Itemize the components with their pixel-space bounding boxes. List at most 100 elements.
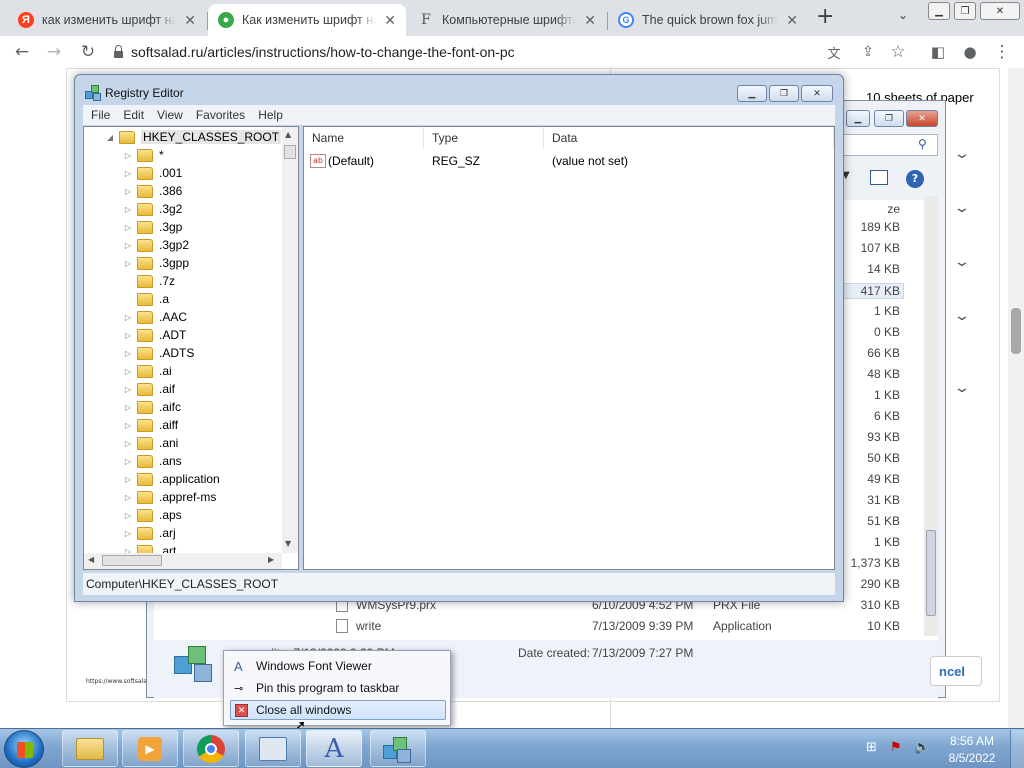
- bookmark-star-icon[interactable]: ☆: [886, 40, 910, 64]
- expand-triangle-icon[interactable]: ▷: [122, 493, 134, 502]
- back-icon[interactable]: ←: [10, 40, 34, 64]
- value-name[interactable]: (Default): [328, 152, 374, 170]
- expand-triangle-icon[interactable]: ▷: [122, 475, 134, 484]
- tree-key[interactable]: ▷ .aif: [122, 380, 175, 398]
- file-row[interactable]: write: [336, 619, 381, 633]
- chevron-down-icon[interactable]: ⌄: [953, 380, 971, 396]
- expand-triangle-icon[interactable]: ▷: [122, 259, 134, 268]
- close-tab-icon[interactable]: ✕: [384, 12, 396, 29]
- expand-triangle-icon[interactable]: ▷: [122, 439, 134, 448]
- taskbar-font-viewer[interactable]: A: [306, 730, 362, 767]
- tree-key[interactable]: ▷ .ai: [122, 362, 172, 380]
- scrollbar-thumb[interactable]: [284, 145, 296, 159]
- column-name[interactable]: Name: [304, 127, 424, 149]
- side-panel-icon[interactable]: ◧: [926, 40, 950, 64]
- close-tab-icon[interactable]: ✕: [786, 12, 798, 29]
- jump-pin-to-taskbar[interactable]: ⊸ Pin this program to taskbar: [230, 678, 446, 698]
- chevron-down-icon[interactable]: ⌄: [953, 254, 971, 270]
- tree-key[interactable]: ▷ .386: [122, 182, 182, 200]
- minimize-icon[interactable]: ▁: [737, 85, 767, 102]
- help-icon[interactable]: ?: [906, 170, 924, 188]
- menu-file[interactable]: File: [91, 108, 110, 122]
- tree-key[interactable]: ▷ .arj: [122, 524, 176, 542]
- taskbar-chrome[interactable]: [183, 730, 239, 767]
- expand-triangle-icon[interactable]: ▷: [122, 169, 134, 178]
- translate-icon[interactable]: 文: [822, 40, 846, 64]
- jump-font-viewer[interactable]: A Windows Font Viewer: [230, 656, 446, 676]
- menu-view[interactable]: View: [157, 108, 183, 122]
- expand-triangle-icon[interactable]: ▷: [122, 511, 134, 520]
- tree-key[interactable]: ▷ *: [122, 146, 164, 164]
- expand-triangle-icon[interactable]: ▷: [122, 529, 134, 538]
- chevron-down-icon[interactable]: ⌄: [953, 146, 971, 162]
- close-icon[interactable]: ✕: [801, 85, 833, 102]
- column-type[interactable]: Type: [424, 127, 544, 149]
- collapse-triangle-icon[interactable]: ◢: [104, 133, 116, 142]
- tree-key[interactable]: ▷ .ADT: [122, 326, 186, 344]
- chevron-down-icon[interactable]: ⌄: [953, 200, 971, 216]
- tree-key[interactable]: .a: [122, 290, 169, 308]
- tree-key[interactable]: ▷ .ans: [122, 452, 182, 470]
- expand-triangle-icon[interactable]: ▷: [122, 331, 134, 340]
- tree-key[interactable]: ▷ .3gp: [122, 218, 182, 236]
- tree-key[interactable]: ▷ .aiff: [122, 416, 178, 434]
- show-desktop-button[interactable]: [1010, 730, 1024, 768]
- volume-icon[interactable]: 🔈: [914, 740, 930, 755]
- tree-key[interactable]: ▷ .AAC: [122, 308, 187, 326]
- tree-key[interactable]: ▷ .aps: [122, 506, 182, 524]
- expand-triangle-icon[interactable]: ▷: [122, 205, 134, 214]
- maximize-icon[interactable]: ❐: [769, 85, 799, 102]
- tab-google[interactable]: G The quick brown fox jump ✕: [608, 4, 808, 36]
- profile-icon[interactable]: ●: [958, 40, 982, 64]
- menu-edit[interactable]: Edit: [123, 108, 144, 122]
- menu-favorites[interactable]: Favorites: [196, 108, 245, 122]
- clock[interactable]: 8:56 AM 8/5/2022: [944, 733, 1000, 767]
- tab-softsalad[interactable]: ● Как изменить шрифт на ✕: [208, 4, 406, 36]
- share-icon[interactable]: ⇪: [856, 40, 880, 64]
- tree-key[interactable]: ▷ .001: [122, 164, 182, 182]
- tree-key[interactable]: ▷ .aifc: [122, 398, 181, 416]
- address-bar[interactable]: softsalad.ru/articles/instructions/how-t…: [108, 40, 822, 64]
- tree-key[interactable]: ▷ .3g2: [122, 200, 182, 218]
- explorer-maximize-icon[interactable]: ❐: [874, 110, 904, 127]
- network-icon[interactable]: ⊞: [866, 740, 877, 755]
- scrollbar-thumb[interactable]: [102, 555, 162, 566]
- expand-triangle-icon[interactable]: ▷: [122, 385, 134, 394]
- expand-triangle-icon[interactable]: ▷: [122, 241, 134, 250]
- tree-key[interactable]: ▷ .ani: [122, 434, 178, 452]
- tab-yandex[interactable]: Я как изменить шрифт на ✕: [8, 4, 206, 36]
- tree-key[interactable]: ▷ .ADTS: [122, 344, 194, 362]
- taskbar-control-panel[interactable]: [245, 730, 301, 767]
- scrollbar-thumb[interactable]: [1011, 308, 1021, 354]
- expand-triangle-icon[interactable]: ▷: [122, 313, 134, 322]
- minimize-icon[interactable]: ▁: [928, 2, 950, 20]
- expand-triangle-icon[interactable]: ▷: [122, 151, 134, 160]
- search-icon[interactable]: ⚲: [918, 137, 927, 151]
- expand-triangle-icon[interactable]: ▷: [122, 421, 134, 430]
- preview-pane-icon[interactable]: [870, 170, 888, 185]
- tree-root[interactable]: ◢ HKEY_CLASSES_ROOT: [104, 128, 282, 146]
- tree-hscroll[interactable]: ◀ ▶: [84, 553, 282, 569]
- taskbar-media-player[interactable]: ▶: [122, 730, 178, 767]
- cancel-button[interactable]: ncel: [930, 656, 982, 686]
- expand-triangle-icon[interactable]: ▷: [122, 457, 134, 466]
- expand-triangle-icon[interactable]: ▷: [122, 349, 134, 358]
- reload-icon[interactable]: ↻: [76, 40, 100, 64]
- tree-key[interactable]: .7z: [122, 272, 175, 290]
- scrollbar-thumb[interactable]: [926, 530, 936, 616]
- taskbar-registry-editor[interactable]: [370, 730, 426, 767]
- new-tab-icon[interactable]: +: [816, 6, 834, 28]
- action-center-icon[interactable]: ⚑: [890, 740, 902, 755]
- explorer-minimize-icon[interactable]: ▁: [846, 110, 870, 127]
- start-button[interactable]: [4, 730, 44, 768]
- tree-key[interactable]: ▷ .appref-ms: [122, 488, 216, 506]
- tree-key[interactable]: ▷ .3gp2: [122, 236, 189, 254]
- tree-key[interactable]: ▷ .3gpp: [122, 254, 189, 272]
- chevron-down-icon[interactable]: ⌄: [953, 308, 971, 324]
- taskbar-explorer[interactable]: [62, 730, 118, 767]
- page-scrollbar[interactable]: [1008, 68, 1024, 728]
- tab-fonts[interactable]: F Компьютерные шрифты ✕: [408, 4, 606, 36]
- tab-search-icon[interactable]: ⌄: [898, 8, 908, 22]
- explorer-scrollbar[interactable]: [924, 196, 938, 636]
- menu-icon[interactable]: ⋮: [990, 40, 1014, 64]
